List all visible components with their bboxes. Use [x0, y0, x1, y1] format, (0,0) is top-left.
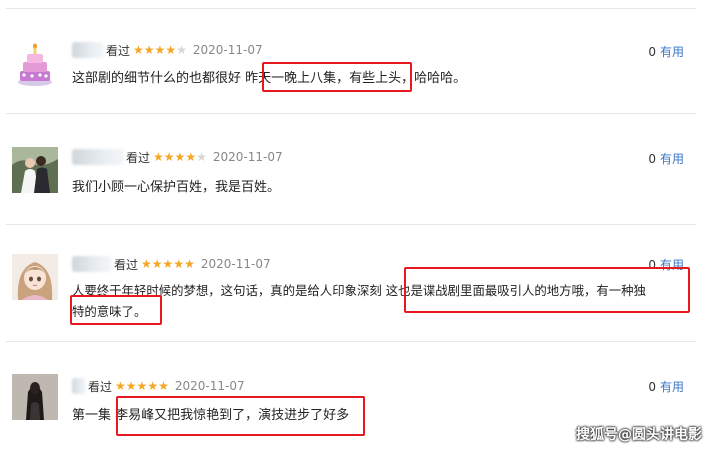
star-icon: ★	[162, 257, 174, 271]
star-icon: ★	[174, 150, 186, 164]
star-icon: ★	[158, 379, 169, 393]
useful-counter: 0 有用	[648, 43, 684, 60]
avatar[interactable]	[12, 42, 58, 88]
review-divider	[6, 113, 696, 114]
star-rating: ★ ★ ★ ★ ★	[133, 44, 187, 56]
star-icon: ★	[141, 257, 152, 271]
star-icon: ★	[176, 43, 187, 57]
review-meta: 看过 ★ ★ ★ ★ ★ 2020-11-07	[72, 255, 271, 273]
star-icon: ★	[184, 257, 195, 271]
review-divider	[6, 224, 696, 225]
review-date: 2020-11-07	[212, 150, 283, 164]
star-icon: ★	[173, 257, 185, 271]
useful-button[interactable]: 有用	[660, 45, 684, 59]
avatar[interactable]	[12, 254, 58, 300]
star-rating: ★ ★ ★ ★ ★	[115, 380, 169, 392]
review-date: 2020-11-07	[192, 43, 263, 57]
star-rating: ★ ★ ★ ★ ★	[153, 151, 207, 163]
seen-label: 看过	[88, 379, 113, 394]
watermark: 搜狐号@圆头讲电影	[576, 427, 702, 443]
top-divider	[6, 8, 696, 9]
avatar[interactable]	[12, 374, 58, 420]
star-icon: ★	[154, 43, 166, 57]
useful-button[interactable]: 有用	[660, 380, 684, 394]
star-icon: ★	[165, 43, 177, 57]
review-date: 2020-11-07	[174, 379, 245, 393]
star-icon: ★	[196, 150, 207, 164]
blurred-username	[72, 149, 124, 165]
seen-label: 看过	[106, 43, 131, 58]
star-icon: ★	[133, 43, 144, 57]
seen-label: 看过	[126, 150, 151, 165]
blurred-username	[72, 42, 104, 58]
star-icon: ★	[153, 150, 164, 164]
useful-counter: 0 有用	[648, 150, 684, 167]
useful-count: 0	[648, 152, 656, 166]
review-meta: 看过 ★ ★ ★ ★ ★ 2020-11-07	[72, 377, 245, 395]
star-icon: ★	[147, 379, 159, 393]
seen-label: 看过	[114, 257, 139, 272]
avatar[interactable]	[12, 147, 58, 193]
useful-button[interactable]: 有用	[660, 152, 684, 166]
star-icon: ★	[163, 150, 175, 164]
useful-count: 0	[648, 45, 656, 59]
star-icon: ★	[185, 150, 197, 164]
review-meta: 看过 ★ ★ ★ ★ ★ 2020-11-07	[72, 41, 263, 59]
useful-counter: 0 有用	[648, 378, 684, 395]
star-icon: ★	[136, 379, 148, 393]
highlight-box	[70, 295, 162, 325]
anime-girl-avatar	[12, 254, 58, 300]
review-text: 我们小顾一心保护百姓，我是百姓。	[72, 180, 281, 195]
highlight-box	[262, 62, 412, 92]
star-rating: ★ ★ ★ ★ ★	[141, 258, 195, 270]
star-icon: ★	[115, 379, 126, 393]
blurred-username	[72, 256, 112, 272]
star-icon: ★	[143, 43, 155, 57]
star-icon: ★	[125, 379, 137, 393]
useful-count: 0	[648, 380, 656, 394]
review-meta: 看过 ★ ★ ★ ★ ★ 2020-11-07	[72, 148, 283, 166]
star-icon: ★	[151, 257, 163, 271]
blurred-username	[72, 378, 86, 394]
review-date: 2020-11-07	[200, 257, 271, 271]
woman-photo	[12, 374, 58, 420]
highlight-box	[404, 267, 690, 313]
review-divider	[6, 341, 696, 342]
couple-photo	[12, 147, 58, 193]
highlight-box	[116, 396, 365, 436]
cake-icon	[12, 42, 58, 88]
